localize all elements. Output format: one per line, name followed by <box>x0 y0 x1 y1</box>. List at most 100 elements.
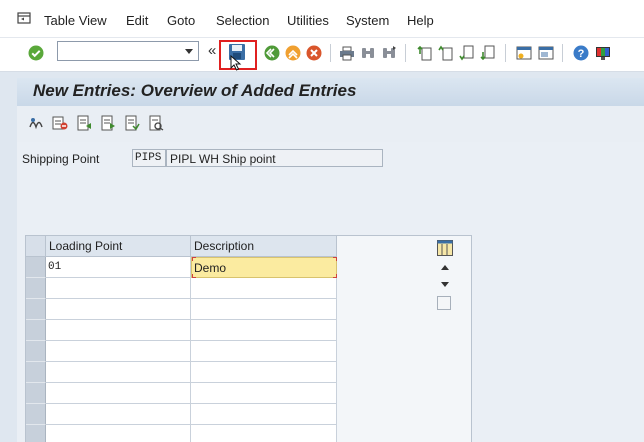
row-selector[interactable] <box>26 278 46 299</box>
description-cell[interactable] <box>191 362 337 383</box>
description-cell[interactable] <box>191 299 337 320</box>
column-settings-icon[interactable] <box>437 240 453 256</box>
loading-point-cell[interactable] <box>46 425 191 442</box>
previous-page-icon <box>438 45 453 61</box>
row-selector[interactable] <box>26 383 46 404</box>
table-row <box>26 425 337 442</box>
shortcut-button[interactable] <box>537 44 555 62</box>
menu-table-view[interactable]: Table View <box>44 13 107 28</box>
new-session-icon <box>516 46 532 60</box>
select-all-rows[interactable] <box>26 236 46 257</box>
row-selector[interactable] <box>26 404 46 425</box>
column-header-description[interactable]: Description <box>191 236 337 257</box>
description-cell[interactable] <box>191 425 337 442</box>
menu-selection[interactable]: Selection <box>216 13 269 28</box>
description-cell[interactable] <box>191 404 337 425</box>
menu-icon[interactable] <box>17 12 31 24</box>
create-session-button[interactable] <box>515 44 533 62</box>
command-input[interactable] <box>60 43 178 59</box>
shipping-point-label: Shipping Point <box>22 152 100 166</box>
table-row <box>26 362 337 383</box>
loading-point-cell[interactable] <box>46 362 191 383</box>
row-selector[interactable] <box>26 425 46 442</box>
page-title: New Entries: Overview of Added Entries <box>33 81 357 100</box>
row-selector[interactable] <box>26 257 46 278</box>
command-field[interactable] <box>57 41 199 61</box>
customize-layout-button[interactable] <box>594 44 612 62</box>
svg-text:?: ? <box>578 48 585 60</box>
enter-button[interactable] <box>27 44 45 62</box>
row-selector[interactable] <box>26 341 46 362</box>
next-entry-icon[interactable] <box>100 115 116 131</box>
table-row <box>26 320 337 341</box>
loading-point-cell[interactable] <box>46 278 191 299</box>
print-button[interactable] <box>338 44 356 62</box>
back-button[interactable] <box>263 44 281 62</box>
menu-help[interactable]: Help <box>407 13 434 28</box>
exit-button[interactable] <box>284 44 302 62</box>
active-cell-marker <box>333 257 337 261</box>
previous-entry-icon[interactable] <box>76 115 92 131</box>
description-cell[interactable] <box>191 320 337 341</box>
scroll-up-icon[interactable] <box>439 262 451 272</box>
toolbar-separator <box>405 44 406 62</box>
delete-entry-icon[interactable] <box>52 115 68 131</box>
loading-point-cell[interactable] <box>46 320 191 341</box>
menu-edit[interactable]: Edit <box>126 13 148 28</box>
next-page-button[interactable] <box>458 44 476 62</box>
first-page-button[interactable] <box>416 44 434 62</box>
menu-goto[interactable]: Goto <box>167 13 195 28</box>
description-cell[interactable] <box>191 341 337 362</box>
first-page-icon <box>417 45 432 61</box>
display-change-icon[interactable] <box>28 115 44 131</box>
column-header-loading-point[interactable]: Loading Point <box>46 236 191 257</box>
help-button[interactable]: ? <box>572 44 590 62</box>
row-selector[interactable] <box>26 362 46 383</box>
description-cell[interactable]: Demo <box>191 257 337 278</box>
print-list-icon[interactable] <box>148 115 164 131</box>
monitor-color-icon <box>596 47 610 60</box>
help-icon: ? <box>573 45 589 61</box>
last-page-button[interactable] <box>479 44 497 62</box>
shipping-point-code: PIPS <box>132 149 166 167</box>
standard-toolbar: « ? <box>0 38 644 72</box>
toolbar-separator <box>505 44 506 62</box>
loading-point-cell[interactable] <box>46 299 191 320</box>
menu-utilities[interactable]: Utilities <box>287 13 329 28</box>
select-all-icon[interactable] <box>124 115 140 131</box>
table-row: 01 Demo <box>26 257 337 278</box>
chevron-down-icon[interactable] <box>184 46 194 56</box>
table-row <box>26 404 337 425</box>
cancel-button[interactable] <box>305 44 323 62</box>
description-cell[interactable] <box>191 278 337 299</box>
table-row <box>26 278 337 299</box>
row-selector[interactable] <box>26 320 46 341</box>
find-next-button[interactable] <box>380 44 398 62</box>
loading-point-cell[interactable] <box>46 341 191 362</box>
mouse-cursor-icon <box>230 55 242 71</box>
toolbar-separator <box>330 44 331 62</box>
active-cell-marker <box>192 257 196 261</box>
table-row <box>26 383 337 404</box>
previous-page-button[interactable] <box>437 44 455 62</box>
shortcut-icon <box>538 46 554 60</box>
loading-point-cell[interactable] <box>46 383 191 404</box>
scroll-down-icon[interactable] <box>439 280 451 290</box>
scrollbar-thumb[interactable] <box>437 296 451 310</box>
binoculars-next-icon <box>383 46 396 58</box>
menu-system[interactable]: System <box>346 13 389 28</box>
table-row <box>26 341 337 362</box>
loading-point-cell[interactable] <box>46 404 191 425</box>
binoculars-icon <box>362 48 374 58</box>
row-selector[interactable] <box>26 299 46 320</box>
loading-point-cell[interactable]: 01 <box>46 257 191 278</box>
last-page-icon <box>480 45 495 61</box>
main-content: Shipping Point PIPS PIPL WH Ship point L… <box>17 142 644 442</box>
exit-icon <box>285 45 301 61</box>
back-icon <box>264 45 280 61</box>
printer-icon <box>340 46 354 61</box>
find-button[interactable] <box>359 44 377 62</box>
collapse-chevron-icon[interactable]: « <box>208 42 216 59</box>
description-cell[interactable] <box>191 383 337 404</box>
cancel-icon <box>306 45 322 61</box>
